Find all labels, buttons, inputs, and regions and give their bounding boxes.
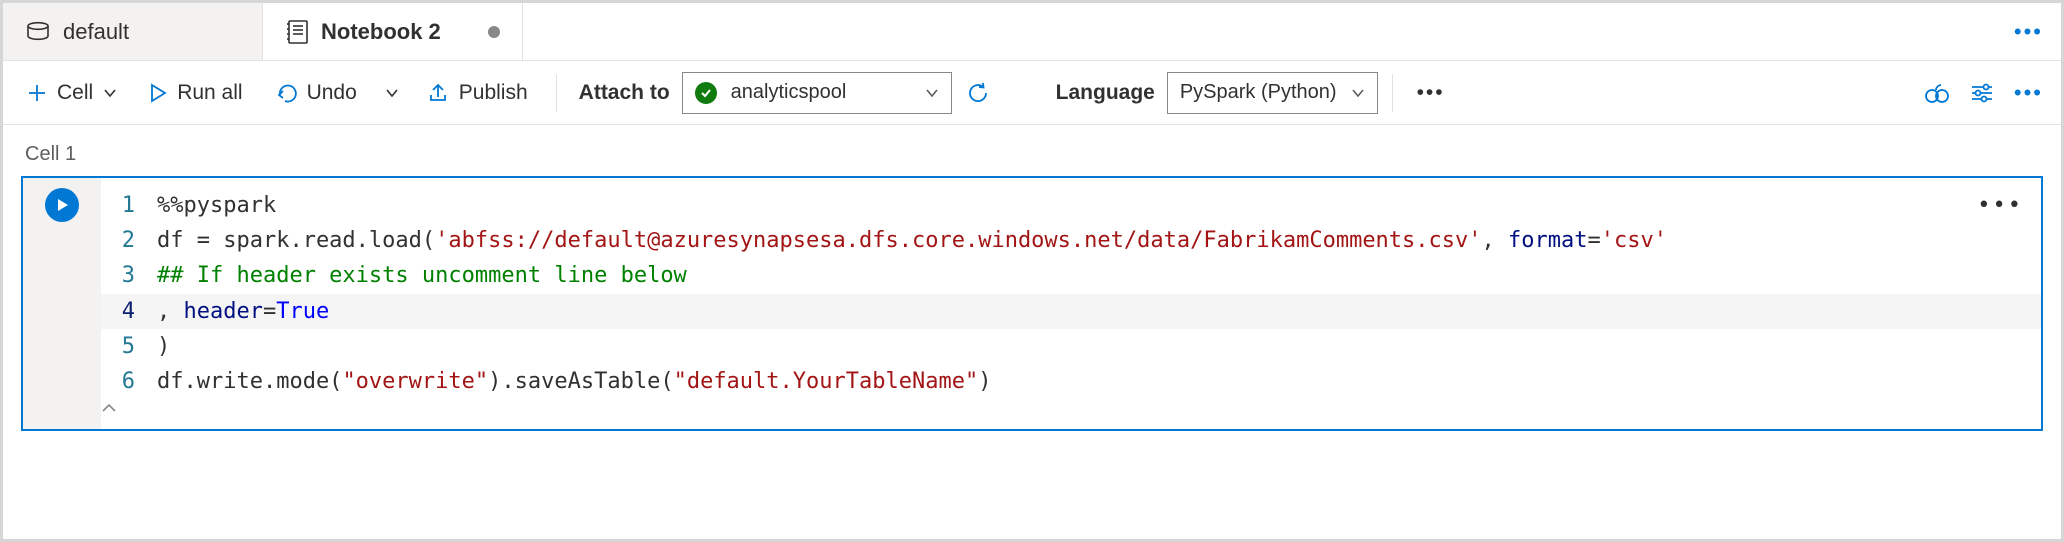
add-cell-button[interactable]: Cell: [13, 75, 131, 111]
refresh-button[interactable]: [956, 75, 1000, 111]
refresh-icon: [966, 81, 990, 105]
notebook-icon: [285, 19, 309, 45]
chevron-down-icon: [925, 86, 939, 100]
publish-icon: [427, 82, 449, 104]
tab-label: Notebook 2: [321, 19, 441, 45]
chevron-down-icon: [385, 86, 399, 100]
cell-more-button[interactable]: •••: [1977, 188, 2023, 223]
toolbar-separator: [1392, 74, 1393, 112]
play-icon: [149, 83, 167, 103]
undo-label: Undo: [307, 81, 357, 105]
code-text: ): [157, 329, 170, 364]
tab-notebook-2[interactable]: Notebook 2: [263, 3, 523, 60]
unsaved-indicator-icon: [488, 26, 500, 38]
line-number: 2: [101, 223, 157, 258]
code-text: ## If header exists uncomment line below: [157, 258, 687, 293]
tab-default[interactable]: default: [3, 3, 263, 60]
cell-gutter: [23, 178, 101, 429]
code-text: df.write.mode("overwrite").saveAsTable("…: [157, 364, 991, 399]
undo-button[interactable]: Undo: [261, 75, 371, 111]
line-number: 3: [101, 258, 157, 293]
cell-label: Cell 1: [21, 143, 2043, 166]
attach-to-dropdown[interactable]: analyticspool: [682, 72, 952, 114]
code-text: %%pyspark: [157, 188, 276, 223]
code-text: df = spark.read.load('abfss://default@az…: [157, 223, 1667, 258]
code-cell: ••• 1 %%pyspark 2 df = spark.read.load('…: [21, 176, 2043, 431]
variables-icon: [1924, 81, 1950, 105]
plus-icon: [27, 83, 47, 103]
variables-button[interactable]: [1916, 75, 1958, 111]
language-label: Language: [1048, 81, 1163, 105]
line-number: 4: [101, 294, 157, 329]
ellipsis-icon: •••: [1417, 81, 1445, 105]
status-ok-icon: [695, 82, 717, 104]
database-icon: [25, 21, 51, 43]
attach-to-value: analyticspool: [731, 81, 911, 104]
tab-label: default: [63, 19, 129, 45]
undo-icon: [275, 83, 297, 103]
run-all-label: Run all: [177, 81, 242, 105]
toolbar-overflow-button[interactable]: •••: [2006, 74, 2051, 112]
more-tabs-icon[interactable]: •••: [2014, 19, 2043, 45]
publish-button[interactable]: Publish: [413, 75, 542, 111]
toolbar-more-button[interactable]: •••: [1407, 75, 1455, 111]
cell-collapse-handle[interactable]: [101, 399, 2041, 413]
ellipsis-icon: •••: [2014, 80, 2043, 106]
sliders-icon: [1970, 82, 1994, 104]
undo-dropdown-button[interactable]: [375, 80, 409, 106]
code-text: , header=True: [157, 294, 329, 329]
language-value: PySpark (Python): [1180, 81, 1337, 104]
line-number: 5: [101, 329, 157, 364]
line-number: 6: [101, 364, 157, 399]
language-dropdown[interactable]: PySpark (Python): [1167, 72, 1378, 114]
settings-button[interactable]: [1962, 76, 2002, 110]
chevron-down-icon: [1351, 86, 1365, 100]
code-editor[interactable]: ••• 1 %%pyspark 2 df = spark.read.load('…: [101, 178, 2041, 429]
add-cell-label: Cell: [57, 81, 93, 105]
attach-to-label: Attach to: [571, 81, 678, 105]
run-cell-button[interactable]: [45, 188, 79, 222]
toolbar-separator: [556, 74, 557, 112]
chevron-down-icon: [103, 86, 117, 100]
line-number: 1: [101, 188, 157, 223]
publish-label: Publish: [459, 81, 528, 105]
run-all-button[interactable]: Run all: [135, 75, 256, 111]
